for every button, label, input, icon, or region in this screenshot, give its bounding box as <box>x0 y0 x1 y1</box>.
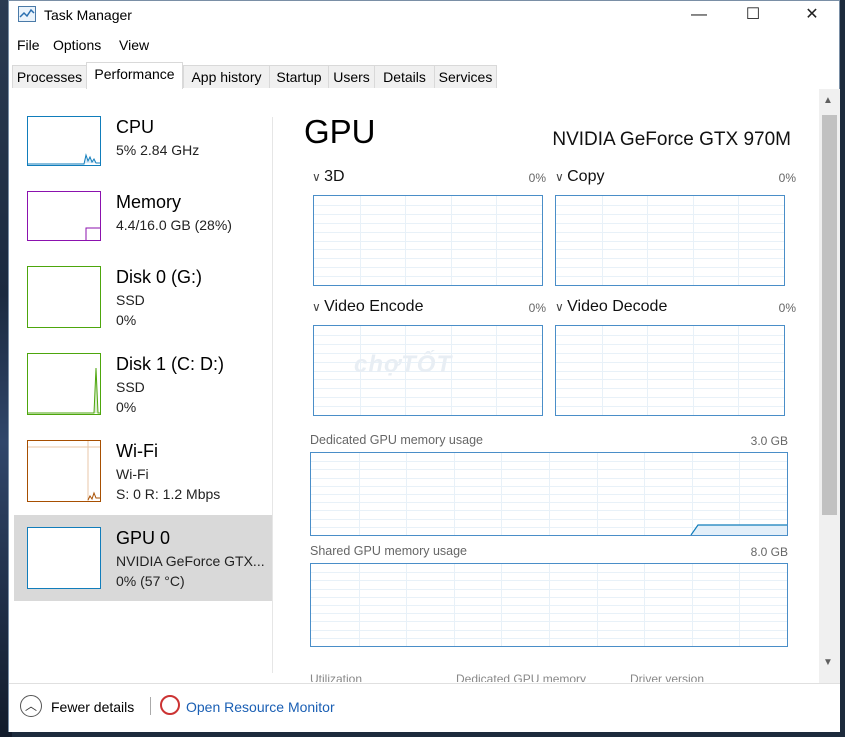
shared-memory-graph <box>310 563 788 647</box>
vertical-scrollbar[interactable]: ▲ ▼ <box>819 89 840 683</box>
sidebar-gpu0-usage: 0% (57 °C) <box>116 573 185 589</box>
sidebar-item-disk1[interactable]: Disk 1 (C: D:) SSD 0% <box>14 341 272 427</box>
engine-video-decode-label: Video Decode <box>567 298 668 315</box>
engine-video-decode-graph <box>555 325 785 416</box>
chevron-down-icon: ∨ <box>312 300 325 314</box>
chevron-down-icon: ∨ <box>312 170 325 184</box>
tab-services[interactable]: Services <box>434 65 497 88</box>
sidebar-disk1-name: Disk 1 (C: D:) <box>116 354 224 374</box>
engine-video-encode-selector[interactable]: ∨ Video Encode <box>312 298 423 316</box>
sidebar-memory-name: Memory <box>116 192 182 212</box>
footer-divider <box>150 697 151 715</box>
tab-startup[interactable]: Startup <box>269 65 329 88</box>
stat-label-utilization: Utilization <box>310 672 363 682</box>
tab-details[interactable]: Details <box>374 65 435 88</box>
memory-thumbnail-graph <box>27 191 101 241</box>
shared-memory-label: Shared GPU memory usage <box>310 544 468 558</box>
sidebar-disk1-usage: 0% <box>116 399 137 415</box>
sidebar-item-cpu[interactable]: CPU 5% 2.84 GHz <box>14 104 272 190</box>
minimize-button[interactable]: — <box>676 1 722 31</box>
chevron-down-icon: ∨ <box>555 170 568 184</box>
dedicated-memory-label: Dedicated GPU memory usage <box>310 433 483 447</box>
chevron-up-icon[interactable]: ︿ <box>20 695 42 717</box>
maximize-button[interactable]: ☐ <box>730 1 776 31</box>
sidebar-disk0-type: SSD <box>116 292 145 308</box>
menu-options[interactable]: Options <box>53 37 101 53</box>
sidebar-disk0-name: Disk 0 (G:) <box>116 267 203 287</box>
sidebar-wifi-name: Wi-Fi <box>116 441 158 461</box>
close-button[interactable]: ✕ <box>789 1 835 31</box>
tab-users[interactable]: Users <box>328 65 375 88</box>
cpu-thumbnail-graph <box>27 116 101 166</box>
sidebar-disk0-usage: 0% <box>116 312 137 328</box>
panel-divider <box>272 117 273 673</box>
sidebar-wifi-speed: S: 0 R: 1.2 Mbps <box>116 486 221 502</box>
engine-video-encode-percent: 0% <box>528 301 546 315</box>
gpu0-thumbnail-graph <box>27 527 101 589</box>
engine-video-encode-label: Video Encode <box>324 298 424 315</box>
chevron-down-icon: ∨ <box>555 300 568 314</box>
gpu-heading: GPU <box>304 113 376 150</box>
resource-sidebar: CPU 5% 2.84 GHz Memory 4.4/16.0 GB (28%)… <box>14 89 272 683</box>
menu-view[interactable]: View <box>119 37 149 53</box>
sidebar-item-disk0[interactable]: Disk 0 (G:) SSD 0% <box>14 254 272 340</box>
scroll-down-arrow-icon[interactable]: ▼ <box>823 657 833 668</box>
stat-label-driver-version: Driver version <box>630 672 705 682</box>
title-bar[interactable]: Task Manager — ☐ ✕ <box>9 1 839 31</box>
task-manager-icon <box>18 6 36 22</box>
engine-3d-selector[interactable]: ∨ 3D <box>312 168 345 186</box>
sidebar-wifi-type: Wi-Fi <box>116 466 149 482</box>
engine-3d-label: 3D <box>324 168 345 185</box>
open-resource-monitor-link[interactable]: Open Resource Monitor <box>186 699 335 715</box>
dedicated-memory-graph <box>310 452 788 536</box>
dedicated-memory-max: 3.0 GB <box>750 434 788 448</box>
sidebar-disk1-type: SSD <box>116 379 145 395</box>
gpu-detail-panel: GPU NVIDIA GeForce GTX 970M ∨ 3D 0% ∨ Co… <box>304 89 804 683</box>
engine-copy-percent: 0% <box>778 171 796 185</box>
engine-copy-selector[interactable]: ∨ Copy <box>555 168 604 186</box>
tab-bar: Processes Performance App history Startu… <box>9 62 839 90</box>
sidebar-item-wifi[interactable]: Wi-Fi Wi-Fi S: 0 R: 1.2 Mbps <box>14 428 272 514</box>
engine-copy-label: Copy <box>567 168 605 185</box>
scrollbar-thumb[interactable] <box>822 115 837 515</box>
tab-app-history[interactable]: App history <box>183 65 270 88</box>
sidebar-item-gpu0[interactable]: GPU 0 NVIDIA GeForce GTX... 0% (57 °C) <box>14 515 272 601</box>
engine-video-decode-selector[interactable]: ∨ Video Decode <box>555 298 667 316</box>
menu-file[interactable]: File <box>17 37 40 53</box>
window-title: Task Manager <box>44 7 132 23</box>
disk1-thumbnail-graph <box>27 353 101 415</box>
engine-video-decode-percent: 0% <box>778 301 796 315</box>
engine-copy-graph <box>555 195 785 286</box>
tab-performance[interactable]: Performance <box>86 62 183 90</box>
fewer-details-button[interactable]: Fewer details <box>51 699 134 715</box>
sidebar-gpu0-name: GPU 0 <box>116 528 171 548</box>
stat-label-dedicated-memory: Dedicated GPU memory <box>456 672 587 682</box>
scroll-up-arrow-icon[interactable]: ▲ <box>823 95 833 106</box>
task-manager-window: Task Manager — ☐ ✕ File Options View Pro… <box>8 0 840 732</box>
wifi-thumbnail-graph <box>27 440 101 502</box>
sidebar-cpu-name: CPU <box>116 117 155 137</box>
engine-3d-graph <box>313 195 543 286</box>
engine-3d-percent: 0% <box>528 171 546 185</box>
sidebar-gpu0-model: NVIDIA GeForce GTX... <box>116 553 265 569</box>
shared-memory-max: 8.0 GB <box>750 545 788 559</box>
tab-processes[interactable]: Processes <box>12 65 87 88</box>
resource-monitor-icon[interactable] <box>160 695 180 715</box>
footer-bar: ︿ Fewer details Open Resource Monitor <box>9 683 840 732</box>
disk0-thumbnail-graph <box>27 266 101 328</box>
sidebar-memory-stats: 4.4/16.0 GB (28%) <box>116 217 232 233</box>
sidebar-item-memory[interactable]: Memory 4.4/16.0 GB (28%) <box>14 179 272 265</box>
sidebar-cpu-stats: 5% 2.84 GHz <box>116 142 200 158</box>
performance-content: CPU 5% 2.84 GHz Memory 4.4/16.0 GB (28%)… <box>9 89 840 683</box>
watermark-text: chợTỐT <box>354 351 453 378</box>
gpu-model-name: NVIDIA GeForce GTX 970M <box>552 129 791 150</box>
